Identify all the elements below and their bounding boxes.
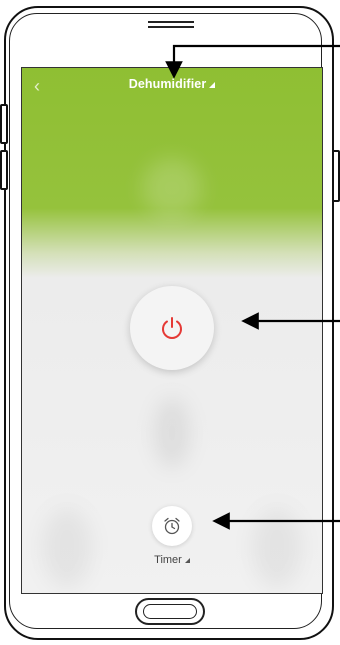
volume-up-button (0, 104, 8, 144)
volume-down-button (0, 150, 8, 190)
dropdown-caret-icon (209, 81, 216, 88)
home-button-inner (143, 604, 197, 619)
power-icon (162, 317, 182, 339)
alarm-clock-icon (164, 517, 180, 535)
timer-button[interactable] (152, 506, 192, 546)
phone-power-key (332, 150, 340, 202)
background-blur (42, 508, 92, 588)
background-blur (142, 158, 202, 218)
dropdown-caret-icon (184, 557, 190, 563)
app-screen: ‹ Dehumidifier Timer (21, 67, 323, 594)
app-header: ‹ Dehumidifier (22, 68, 322, 104)
background-blur (252, 508, 302, 588)
home-button (135, 598, 205, 625)
background-blur (154, 398, 190, 468)
timer-label-text: Timer (154, 554, 182, 566)
page-title: Dehumidifier (128, 77, 207, 91)
timer-label[interactable]: Timer (122, 554, 222, 566)
power-button[interactable] (130, 286, 214, 370)
phone-speaker (148, 21, 194, 28)
device-title[interactable]: Dehumidifier (22, 77, 322, 91)
